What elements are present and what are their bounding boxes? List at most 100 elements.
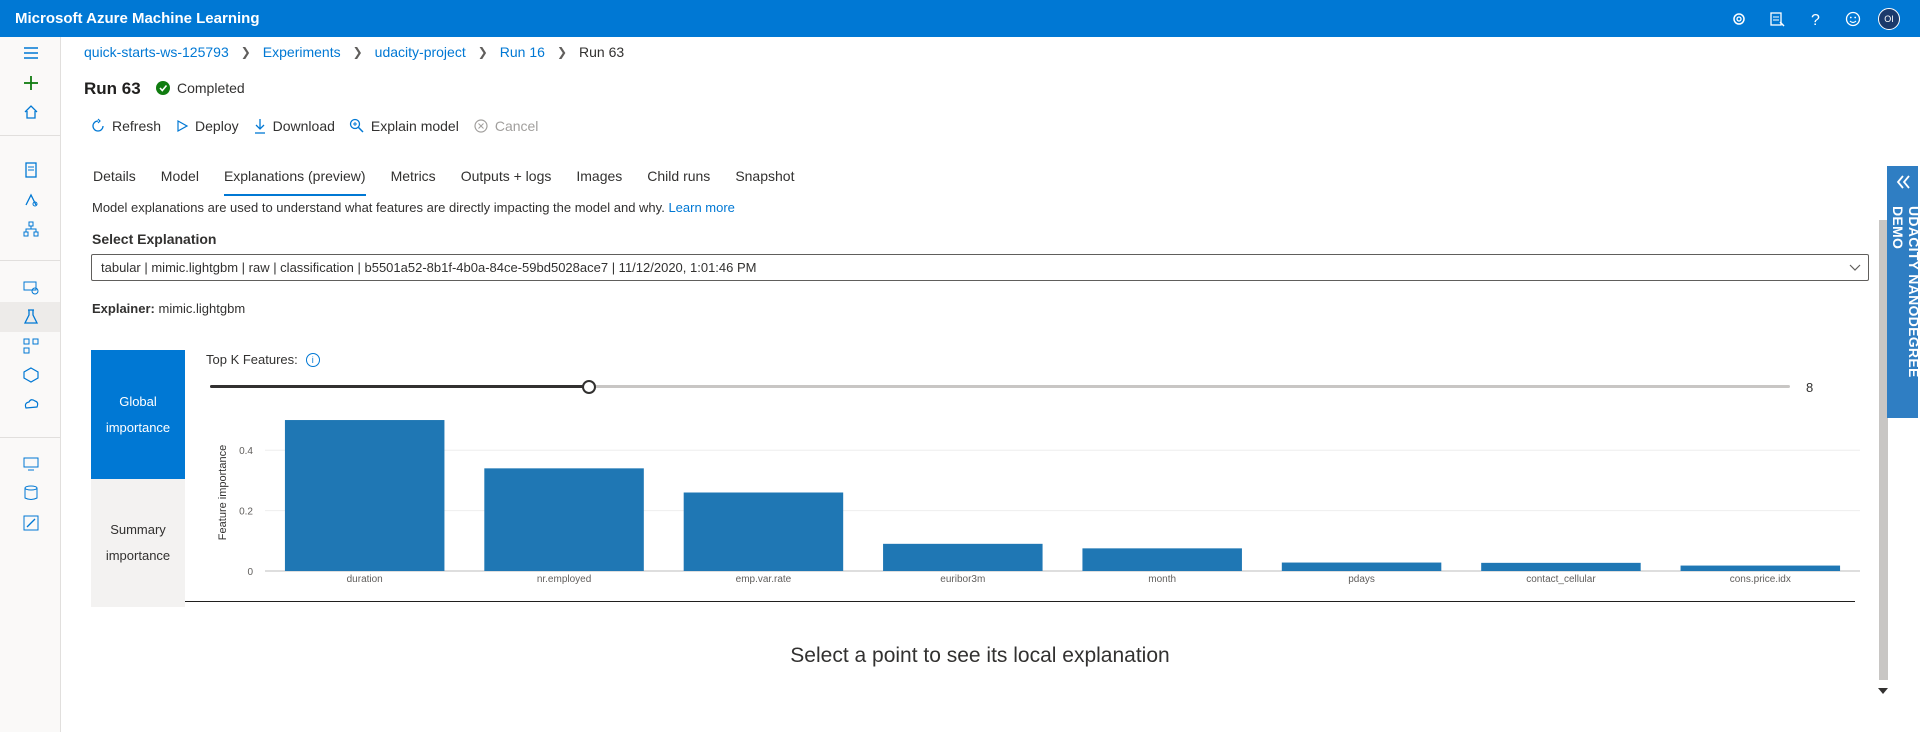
help-icon[interactable]: ? — [1796, 6, 1834, 32]
designer-icon[interactable] — [19, 217, 43, 241]
top-k-value: 8 — [1806, 380, 1814, 395]
local-explanation-message: Select a point to see its local explanat… — [790, 644, 1170, 667]
notebook-icon[interactable] — [19, 158, 43, 182]
explainer-label: Explainer: — [92, 301, 155, 316]
endpoints-icon[interactable] — [19, 393, 43, 417]
slider-fill — [210, 385, 590, 388]
tab-details[interactable]: Details — [93, 168, 136, 196]
bar-nr.employed — [484, 468, 644, 571]
nav-divider — [0, 260, 60, 261]
slider-thumb[interactable] — [582, 380, 597, 394]
select-explanation-value: tabular | mimic.lightgbm | raw | classif… — [101, 260, 757, 275]
x-tick-label: nr.employed — [537, 574, 591, 585]
deploy-button[interactable]: Deploy — [175, 118, 239, 134]
global-importance-tab[interactable]: Global importance — [91, 350, 185, 479]
breadcrumb: quick-starts-ws-125793 ❯ Experiments ❯ u… — [84, 44, 624, 60]
datastores-icon[interactable] — [19, 481, 43, 505]
tab-child-runs[interactable]: Child runs — [647, 168, 710, 196]
compute-icon[interactable] — [19, 452, 43, 476]
explain-model-button[interactable]: Explain model — [349, 118, 459, 134]
automl-icon[interactable] — [19, 188, 43, 212]
x-tick-label: cons.price.idx — [1730, 574, 1791, 585]
summary-importance-line1: Summary — [110, 522, 166, 537]
feature-importance-chart: 0 0.2 0.4 Feature importance duration nr.empl… — [185, 400, 1875, 605]
models-icon[interactable] — [19, 363, 43, 387]
info-icon[interactable]: i — [305, 352, 320, 367]
summary-importance-tab[interactable]: Summary importance — [91, 479, 185, 607]
description-text: Model explanations are used to understan… — [92, 200, 665, 215]
status-badge: Completed — [156, 80, 245, 96]
chevron-down-icon — [1848, 260, 1862, 277]
x-tick-label: emp.var.rate — [736, 574, 792, 585]
tab-explanations[interactable]: Explanations (preview) — [223, 168, 366, 196]
nav-divider — [0, 135, 60, 136]
app-title[interactable]: Microsoft Azure Machine Learning — [15, 10, 259, 27]
pipelines-icon[interactable] — [19, 334, 43, 358]
datasets-icon[interactable] — [19, 275, 43, 299]
cancel-button[interactable]: Cancel — [473, 118, 539, 134]
avatar[interactable]: OI — [1878, 8, 1900, 30]
y-tick-label: 0.2 — [239, 507, 253, 518]
feature-importance-chart-svg: 0 0.2 0.4 Feature importance duration nr.empl… — [217, 420, 1860, 585]
tab-metrics[interactable]: Metrics — [391, 168, 436, 196]
feedback-icon[interactable] — [1758, 6, 1796, 32]
side-panel-tab[interactable]: UDACITY NANODEGREE DEMO — [1887, 166, 1920, 418]
check-circle-icon — [156, 81, 170, 95]
svg-text:?: ? — [1811, 12, 1820, 27]
labeling-icon[interactable] — [19, 511, 43, 535]
tab-bar: Details Model Explanations (preview) Met… — [93, 168, 819, 196]
breadcrumb-experiments[interactable]: Experiments — [263, 44, 341, 60]
tab-outputs-logs[interactable]: Outputs + logs — [461, 168, 552, 196]
breadcrumb-experiment[interactable]: udacity-project — [375, 44, 466, 60]
command-bar: Refresh Deploy Download Explain model Ca… — [90, 118, 552, 134]
deploy-label: Deploy — [195, 118, 239, 134]
top-k-text: Top K Features: — [206, 352, 298, 367]
bar-cons.price.idx — [1680, 565, 1841, 571]
summary-importance-line2: importance — [105, 548, 171, 563]
scroll-down-arrow-icon[interactable] — [1878, 688, 1888, 694]
select-explanation-label: Select Explanation — [92, 231, 217, 247]
chevron-right-icon: ❯ — [352, 45, 363, 59]
breadcrumb-current-run: Run 63 — [579, 44, 625, 60]
tab-model[interactable]: Model — [161, 168, 199, 196]
experiments-icon[interactable] — [19, 305, 43, 329]
learn-more-link[interactable]: Learn more — [668, 200, 734, 215]
x-tick-label: pdays — [1348, 574, 1375, 585]
cancel-label: Cancel — [494, 118, 539, 134]
refresh-button[interactable]: Refresh — [90, 118, 161, 134]
explain-icon — [349, 118, 364, 133]
plus-icon[interactable] — [19, 71, 43, 95]
chevron-right-icon: ❯ — [477, 45, 488, 59]
status-text: Completed — [177, 80, 245, 96]
smiley-icon[interactable] — [1834, 6, 1872, 32]
topbar-icons: ? OI — [1720, 6, 1900, 32]
download-icon — [254, 119, 265, 134]
download-button[interactable]: Download — [253, 118, 335, 134]
breadcrumb-parent-run[interactable]: Run 16 — [500, 44, 545, 60]
side-panel-title: UDACITY NANODEGREE DEMO — [1890, 206, 1920, 378]
top-bar: Microsoft Azure Machine Learning ? OI — [0, 0, 1920, 37]
refresh-icon — [92, 118, 104, 132]
select-explanation-dropdown[interactable]: tabular | mimic.lightgbm | raw | classif… — [91, 254, 1869, 281]
hamburger-icon[interactable] — [19, 41, 43, 65]
home-icon[interactable] — [19, 100, 43, 124]
tab-snapshot[interactable]: Snapshot — [735, 168, 794, 196]
top-k-slider[interactable] — [210, 380, 1790, 394]
play-icon — [177, 119, 189, 133]
double-chevron-left-icon[interactable] — [1895, 174, 1911, 195]
breadcrumb-workspace[interactable]: quick-starts-ws-125793 — [84, 44, 229, 60]
left-nav — [0, 37, 61, 732]
download-label: Download — [272, 118, 335, 134]
bar-euribor3m — [883, 543, 1043, 571]
x-tick-label: duration — [347, 574, 383, 585]
explainer-info: Explainer: mimic.lightgbm — [92, 301, 245, 316]
gear-icon[interactable] — [1720, 6, 1758, 32]
global-importance-line1: Global — [119, 393, 157, 409]
chevron-right-icon: ❯ — [240, 45, 251, 59]
refresh-label: Refresh — [112, 118, 162, 134]
x-tick-label: month — [1148, 574, 1176, 585]
top-k-features-label: Top K Features: i — [206, 352, 320, 367]
tab-images[interactable]: Images — [576, 168, 622, 196]
x-tick-label: contact_cellular — [1526, 574, 1596, 585]
bar-contact_cellular — [1481, 562, 1641, 571]
